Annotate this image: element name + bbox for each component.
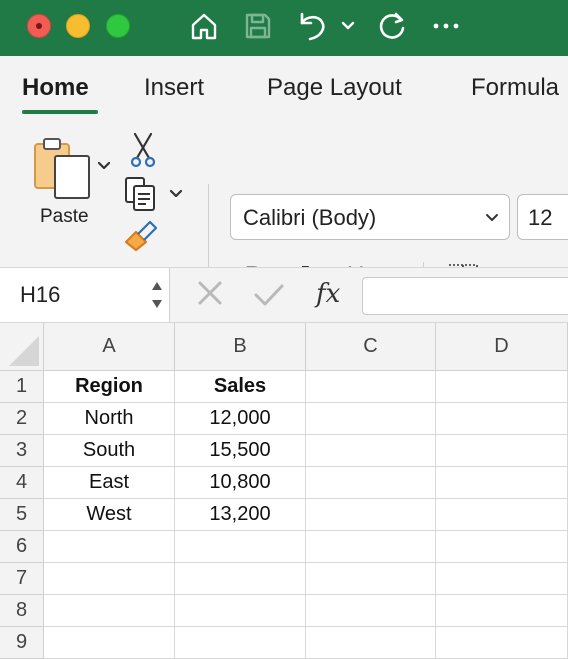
- spreadsheet-grid: A B C D 1 2 3 4 5 6 7 8 9 Region Sales N…: [0, 323, 568, 659]
- save-icon[interactable]: [242, 10, 274, 42]
- tab-page-layout[interactable]: Page Layout: [267, 74, 402, 102]
- column-header-a[interactable]: A: [44, 323, 175, 371]
- name-box-value: H16: [20, 282, 61, 307]
- row-header-6[interactable]: 6: [0, 531, 44, 563]
- scissors-icon[interactable]: [128, 132, 158, 168]
- cell-b4[interactable]: 10,800: [175, 467, 306, 499]
- enter-check-icon[interactable]: [253, 282, 285, 313]
- cell-c5[interactable]: [306, 499, 436, 531]
- tab-insert[interactable]: Insert: [144, 74, 204, 102]
- row-header-9[interactable]: 9: [0, 627, 44, 659]
- font-size-dropdown[interactable]: 12: [517, 194, 568, 240]
- row-header-7[interactable]: 7: [0, 563, 44, 595]
- cell-d1[interactable]: [436, 371, 568, 403]
- column-header-d[interactable]: D: [436, 323, 568, 371]
- row-header-2[interactable]: 2: [0, 403, 44, 435]
- cancel-icon[interactable]: [197, 280, 223, 314]
- cell-d4[interactable]: [436, 467, 568, 499]
- cell-d2[interactable]: [436, 403, 568, 435]
- undo-dropdown-chevron-icon[interactable]: [340, 10, 356, 42]
- cell-a1[interactable]: Region: [44, 371, 175, 403]
- cell-d3[interactable]: [436, 435, 568, 467]
- cell-c8[interactable]: [306, 595, 436, 627]
- row-header-1[interactable]: 1: [0, 371, 44, 403]
- copy-button[interactable]: [124, 176, 184, 212]
- insert-function-button[interactable]: fx: [316, 279, 340, 309]
- cell-d8[interactable]: [436, 595, 568, 627]
- formula-bar: H16 fx: [0, 267, 568, 323]
- cell-c4[interactable]: [306, 467, 436, 499]
- paste-label: Paste: [40, 206, 89, 227]
- cell-d7[interactable]: [436, 563, 568, 595]
- cell-b6[interactable]: [175, 531, 306, 563]
- row-header-8[interactable]: 8: [0, 595, 44, 627]
- cell-c6[interactable]: [306, 531, 436, 563]
- font-size-value: 12: [528, 205, 553, 230]
- cell-a2[interactable]: North: [44, 403, 175, 435]
- cell-b8[interactable]: [175, 595, 306, 627]
- row-header-5[interactable]: 5: [0, 499, 44, 531]
- cell-a3[interactable]: South: [44, 435, 175, 467]
- title-bar: [0, 0, 568, 56]
- formula-input[interactable]: [362, 277, 568, 315]
- name-box[interactable]: H16: [0, 268, 170, 322]
- cell-a4[interactable]: East: [44, 467, 175, 499]
- cell-b9[interactable]: [175, 627, 306, 659]
- cell-b3[interactable]: 15,500: [175, 435, 306, 467]
- cell-b1[interactable]: Sales: [175, 371, 306, 403]
- cell-a9[interactable]: [44, 627, 175, 659]
- cell-c2[interactable]: [306, 403, 436, 435]
- minimize-window-button[interactable]: [66, 14, 90, 38]
- font-name-dropdown[interactable]: Calibri (Body): [230, 194, 510, 240]
- cell-d9[interactable]: [436, 627, 568, 659]
- maximize-window-button[interactable]: [106, 14, 130, 38]
- more-icon[interactable]: [430, 10, 462, 42]
- row-header-4[interactable]: 4: [0, 467, 44, 499]
- cell-b7[interactable]: [175, 563, 306, 595]
- chevron-down-icon: [486, 214, 498, 221]
- column-header-b[interactable]: B: [175, 323, 306, 371]
- cell-b2[interactable]: 12,000: [175, 403, 306, 435]
- cell-c3[interactable]: [306, 435, 436, 467]
- column-header-c[interactable]: C: [306, 323, 436, 371]
- font-name-value: Calibri (Body): [243, 205, 377, 230]
- cell-b5[interactable]: 13,200: [175, 499, 306, 531]
- cell-c9[interactable]: [306, 627, 436, 659]
- format-painter-icon[interactable]: [124, 220, 160, 252]
- ribbon: Home Insert Page Layout Formula Paste Ca…: [0, 56, 568, 304]
- active-tab-indicator: [22, 110, 98, 114]
- cell-c1[interactable]: [306, 371, 436, 403]
- home-icon[interactable]: [188, 10, 220, 42]
- cell-a7[interactable]: [44, 563, 175, 595]
- close-window-button[interactable]: [27, 14, 51, 38]
- cell-d6[interactable]: [436, 531, 568, 563]
- cell-a8[interactable]: [44, 595, 175, 627]
- redo-icon[interactable]: [376, 10, 408, 42]
- cell-d5[interactable]: [436, 499, 568, 531]
- tab-home[interactable]: Home: [22, 74, 89, 102]
- cell-c7[interactable]: [306, 563, 436, 595]
- cell-a6[interactable]: [44, 531, 175, 563]
- select-all-button[interactable]: [0, 323, 44, 371]
- tab-formulas[interactable]: Formula: [471, 74, 559, 102]
- name-box-stepper-icon[interactable]: [150, 278, 164, 312]
- row-header-3[interactable]: 3: [0, 435, 44, 467]
- undo-icon[interactable]: [296, 10, 330, 42]
- cell-a5[interactable]: West: [44, 499, 175, 531]
